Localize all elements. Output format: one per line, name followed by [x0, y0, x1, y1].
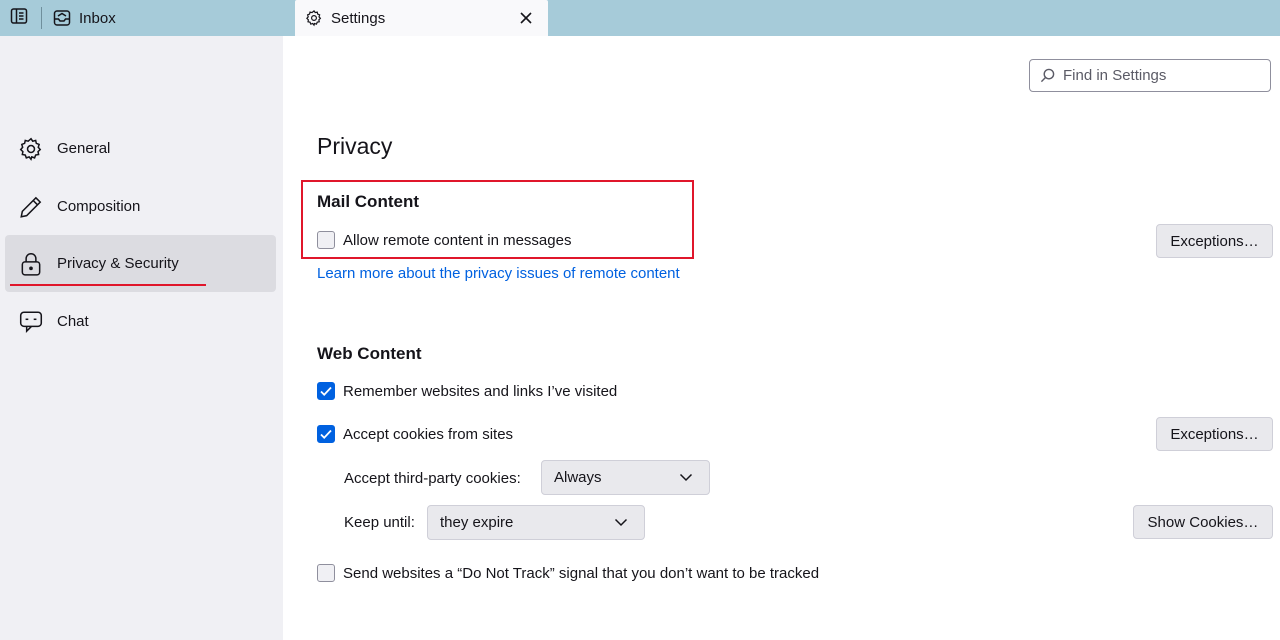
sidebar-item-label: Composition [57, 198, 141, 215]
settings-main: Privacy Mail Content Allow remote conten… [283, 36, 1280, 640]
highlight-underline [10, 284, 206, 286]
pencil-icon [17, 193, 45, 221]
gear-icon [305, 9, 323, 27]
heading-mail-content: Mail Content [317, 192, 419, 211]
accept-cookies-checkbox[interactable] [317, 425, 335, 443]
sidebar-item-label: Chat [57, 313, 89, 330]
remember-websites-checkbox[interactable] [317, 382, 335, 400]
checkbox-label[interactable]: Allow remote content in messages [343, 232, 571, 249]
third-party-cookies-label: Accept third-party cookies: [344, 470, 521, 487]
do-not-track-row: Send websites a “Do Not Track” signal th… [317, 564, 819, 582]
remote-content-row: Allow remote content in messages [317, 231, 571, 249]
spaces-toolbar-toggle[interactable] [9, 7, 29, 30]
tab-label: Inbox [79, 9, 116, 27]
sidebar-item-composition[interactable]: Composition [5, 178, 276, 235]
sidebar-item-label: General [57, 140, 111, 157]
tab-label: Settings [331, 9, 386, 27]
checkbox-label[interactable]: Remember websites and links I’ve visited [343, 383, 617, 400]
learn-more-link[interactable]: Learn more about the privacy issues of r… [317, 265, 680, 282]
cookie-exceptions-button[interactable]: Exceptions… [1156, 417, 1273, 451]
keep-until-select[interactable]: they expire [427, 505, 645, 540]
do-not-track-checkbox[interactable] [317, 564, 335, 582]
remember-websites-row: Remember websites and links I’ve visited [317, 382, 617, 400]
tab-inbox[interactable]: Inbox [50, 0, 290, 36]
search-input[interactable] [1061, 66, 1255, 85]
checkbox-label[interactable]: Send websites a “Do Not Track” signal th… [343, 565, 819, 582]
tab-strip: Inbox Settings [0, 0, 1280, 36]
close-tab-button[interactable] [516, 8, 536, 28]
chevron-down-icon [614, 518, 628, 527]
remote-content-checkbox[interactable] [317, 231, 335, 249]
select-value: they expire [440, 514, 514, 531]
keep-until-label: Keep until: [344, 514, 415, 531]
section-title-privacy: Privacy [317, 133, 393, 159]
checkmark-icon [320, 386, 332, 396]
sidebar-item-label: Privacy & Security [57, 255, 179, 272]
inbox-icon [53, 9, 71, 27]
heading-web-content: Web Content [317, 344, 422, 363]
chevron-down-icon [679, 473, 693, 482]
checkmark-icon [320, 429, 332, 439]
close-icon [520, 12, 532, 24]
chat-bubble-icon [17, 308, 45, 336]
tab-separator [41, 7, 42, 29]
sidebar-item-general[interactable]: General [5, 120, 276, 177]
find-in-settings[interactable] [1029, 59, 1271, 92]
sidebar-item-chat[interactable]: Chat [5, 293, 276, 350]
lock-icon [17, 250, 45, 278]
gear-icon [17, 135, 45, 163]
tab-settings[interactable]: Settings [295, 0, 548, 36]
third-party-cookies-select[interactable]: Always [541, 460, 710, 495]
checkbox-label[interactable]: Accept cookies from sites [343, 426, 513, 443]
sidebar-panel-icon [10, 7, 28, 30]
search-icon [1040, 68, 1055, 83]
select-value: Always [554, 469, 602, 486]
accept-cookies-row: Accept cookies from sites [317, 425, 513, 443]
remote-content-exceptions-button[interactable]: Exceptions… [1156, 224, 1273, 258]
settings-sidebar: General Composition Privacy & Security C… [0, 36, 283, 640]
show-cookies-button[interactable]: Show Cookies… [1133, 505, 1273, 539]
